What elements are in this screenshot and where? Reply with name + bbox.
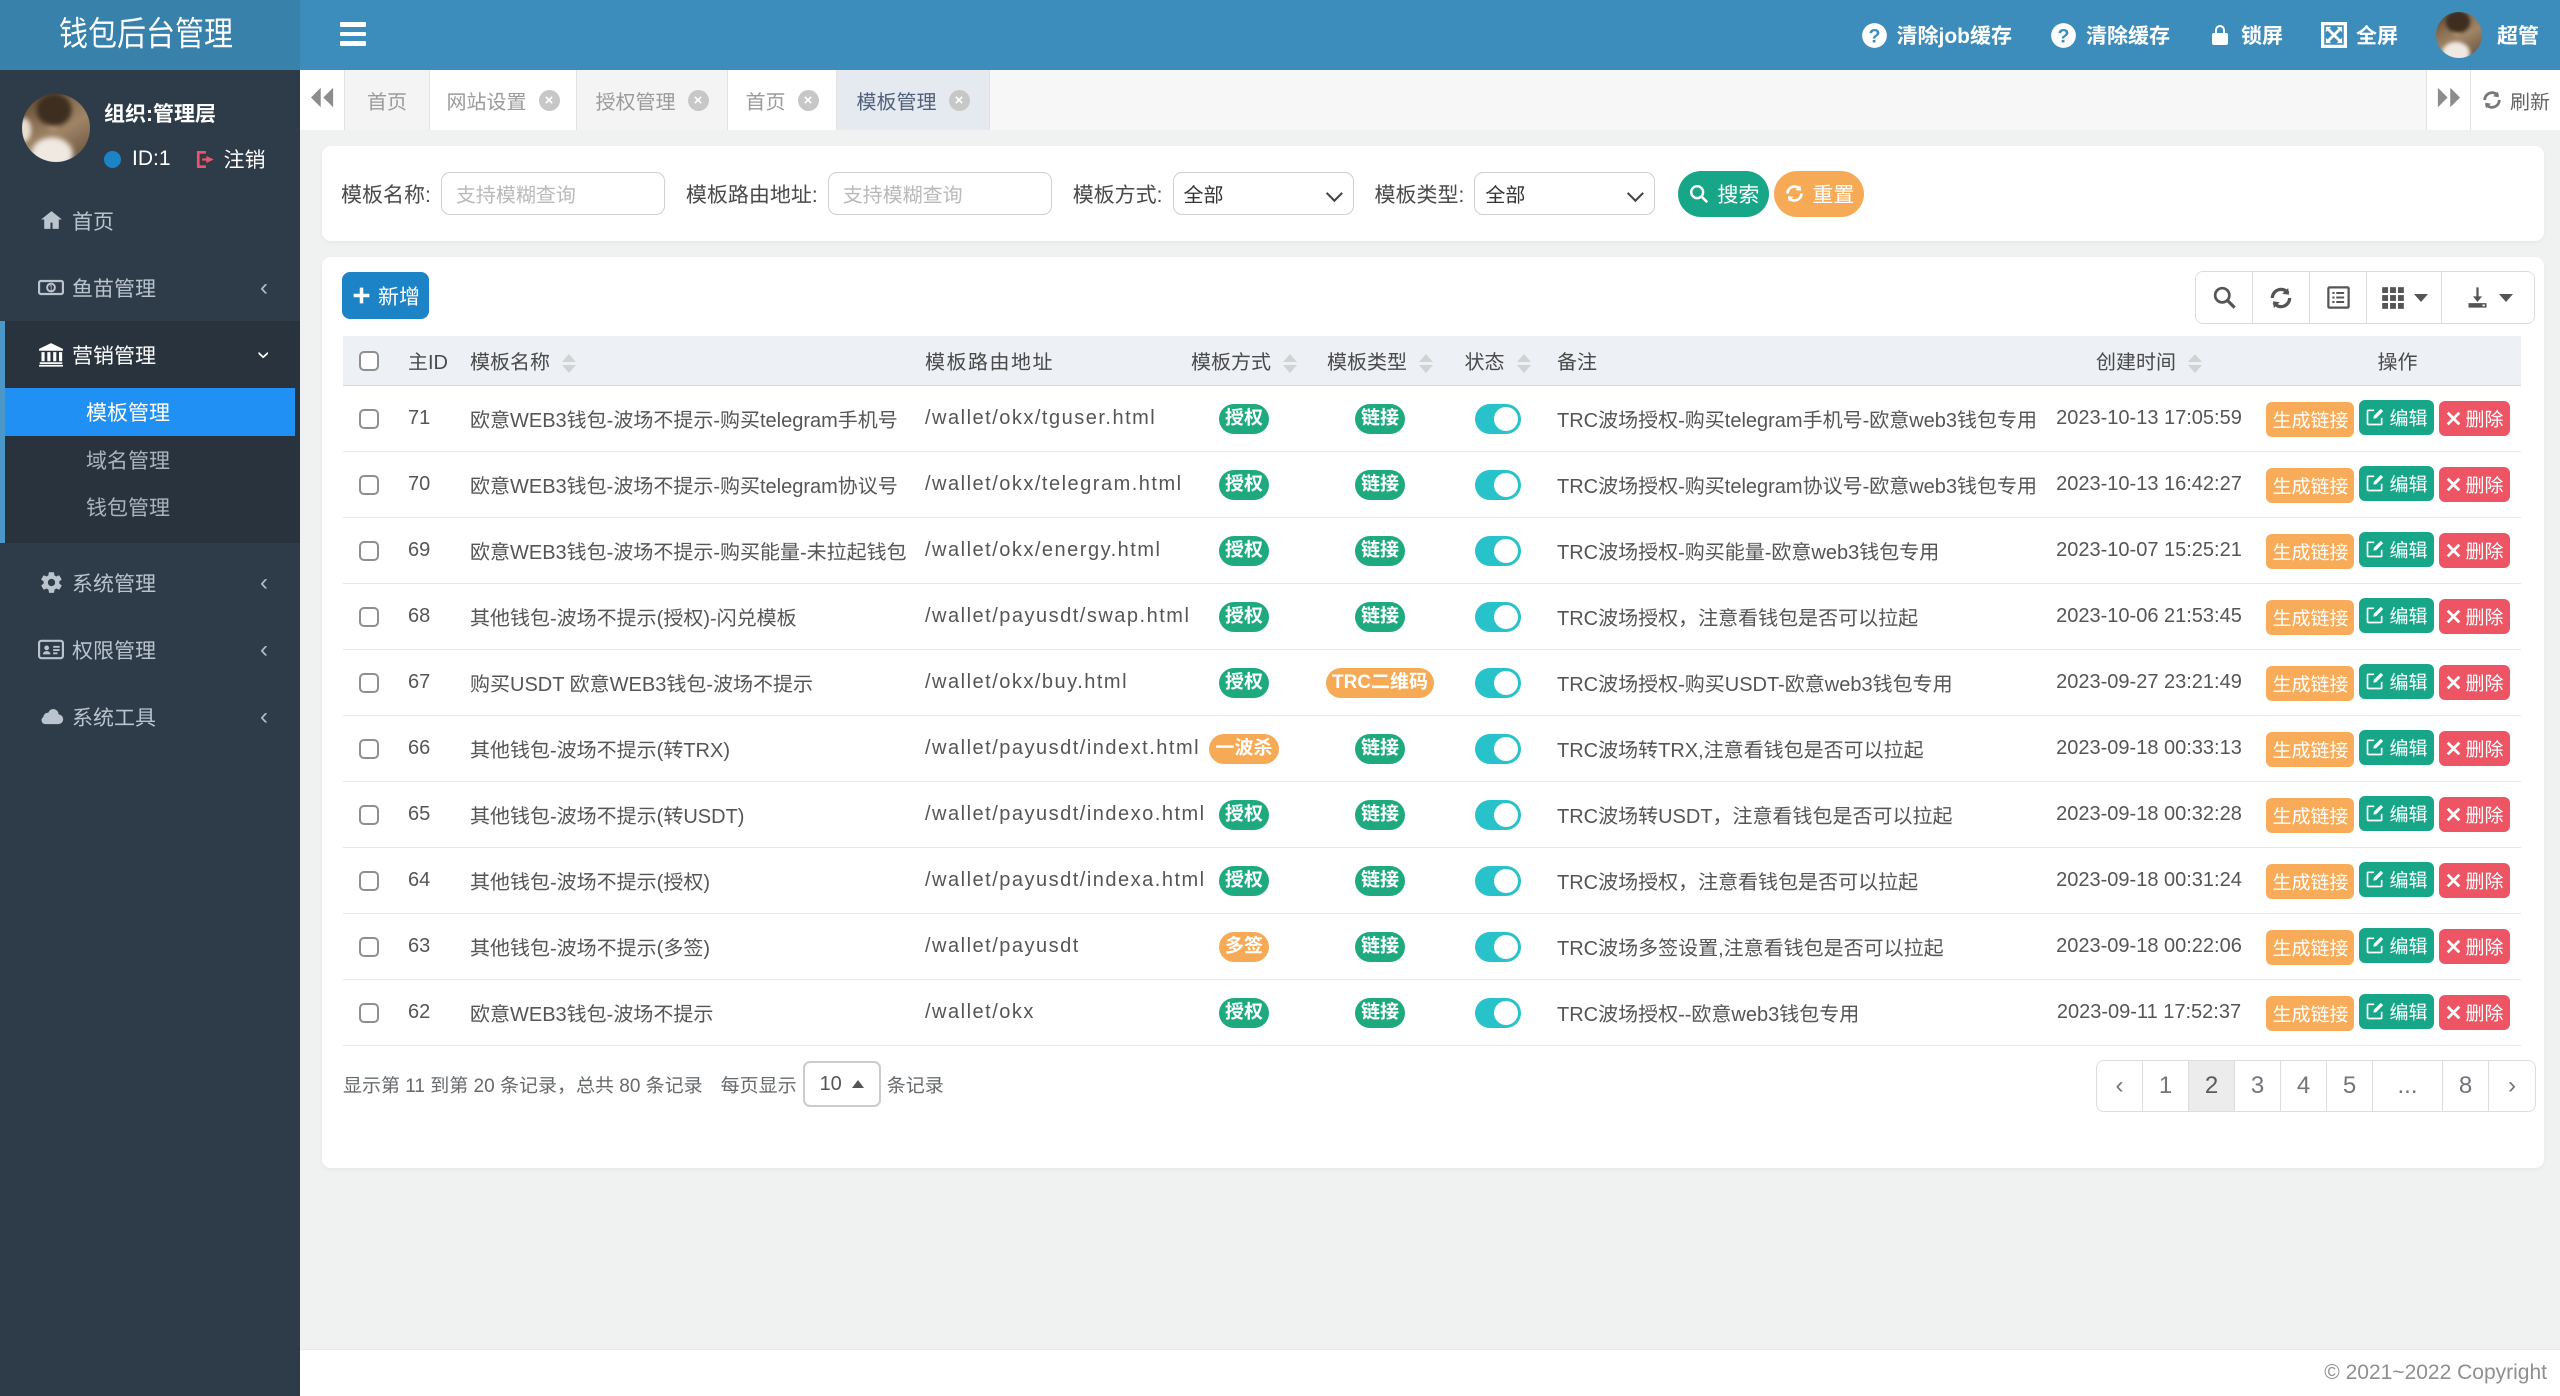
svg-text:?: ?	[2057, 25, 2069, 47]
svg-text:?: ?	[1868, 25, 1880, 47]
svg-text:1: 1	[49, 283, 54, 293]
